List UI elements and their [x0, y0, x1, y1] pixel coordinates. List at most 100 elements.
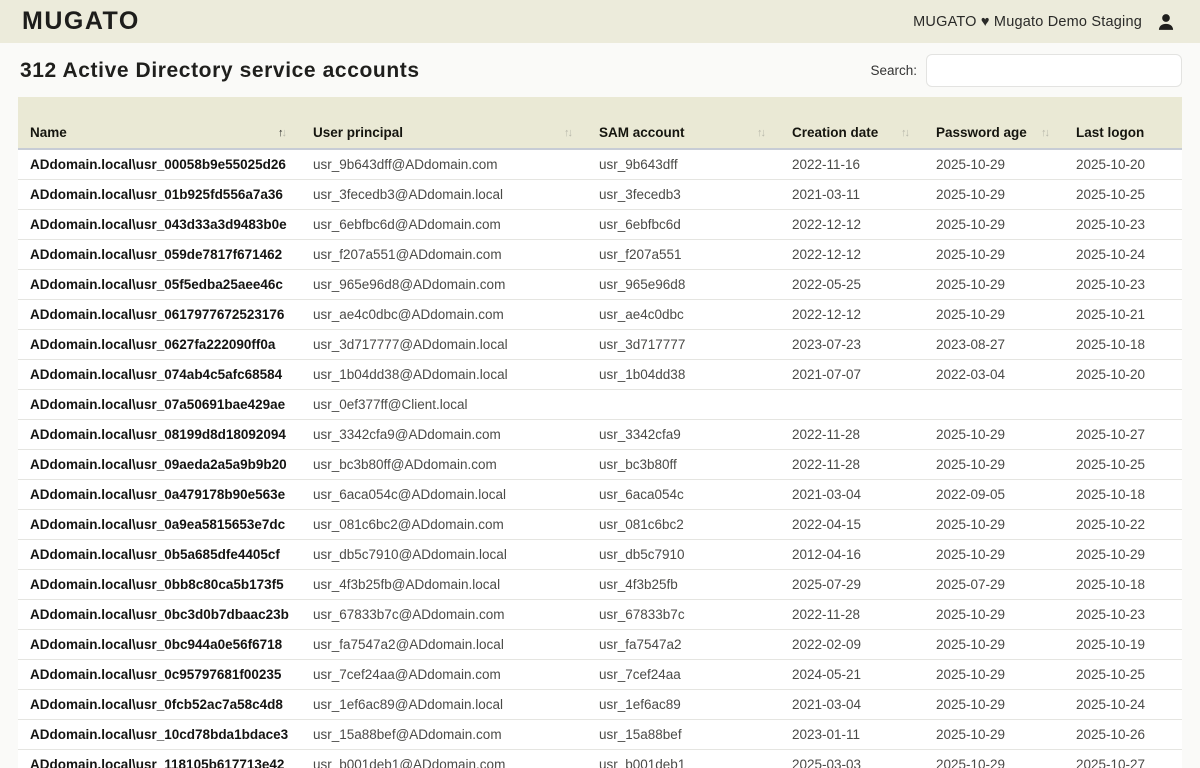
cell: usr_67833b7c — [587, 599, 780, 629]
cell: usr_7cef24aa — [587, 659, 780, 689]
table-row: ADdomain.local\usr_10cd78bda1bdace3 usr_1… — [18, 719, 1182, 749]
cell: 2025-10-23 — [1064, 269, 1182, 299]
cell-name: ADdomain.local\usr_0617977672523176 — [18, 299, 301, 329]
cell: 2025-10-29 — [924, 149, 1064, 179]
table-row: ADdomain.local\usr_08199d8d18092094usr_3… — [18, 419, 1182, 449]
table-body: ADdomain.local\usr_00058b9e55025d26usr_9… — [18, 149, 1182, 768]
cell: 2025-10-20 — [1064, 149, 1182, 179]
table-row: ADdomain.local\usr_043d33a3d9483b0e usr_6… — [18, 209, 1182, 239]
cell: 2025-10-26 — [1064, 719, 1182, 749]
cell: 2025-10-29 — [924, 509, 1064, 539]
sort-arrows-icon[interactable]: ↑↓ — [757, 127, 764, 139]
cell: 2022-04-15 — [780, 509, 924, 539]
cell: 2025-10-29 — [924, 539, 1064, 569]
cell: 2025-10-29 — [924, 179, 1064, 209]
cell-name: ADdomain.local\usr_05f5edba25aee46c — [18, 269, 301, 299]
cell: 2025-10-18 — [1064, 569, 1182, 599]
table-row: ADdomain.local\usr_074ab4c5afc68584usr_1… — [18, 359, 1182, 389]
cell-name: ADdomain.local\usr_0a479178b90e563e — [18, 479, 301, 509]
column-header-sam-account[interactable]: SAM account ↑↓ — [587, 97, 780, 149]
cell-name: ADdomain.local\usr_0fcb52ac7a58c4d8 — [18, 689, 301, 719]
cell: 2025-10-29 — [924, 689, 1064, 719]
sort-arrows-icon[interactable]: ↑↓ — [564, 127, 571, 139]
table-row: ADdomain.local\usr_01b925fd556a7a36usr_3… — [18, 179, 1182, 209]
cell: usr_6aca054c@ADdomain.local — [301, 479, 587, 509]
cell: 2025-10-29 — [924, 239, 1064, 269]
sort-arrows-icon[interactable]: ↑↓ — [901, 127, 908, 139]
column-label: SAM account — [599, 125, 685, 140]
cell-name: ADdomain.local\usr_043d33a3d9483b0e — [18, 209, 301, 239]
cell-name: ADdomain.local\usr_059de7817f671462 — [18, 239, 301, 269]
cell: 2022-03-04 — [924, 359, 1064, 389]
cell: 2025-10-19 — [1064, 629, 1182, 659]
cell-name: ADdomain.local\usr_10cd78bda1bdace3 — [18, 719, 301, 749]
cell: usr_bc3b80ff — [587, 449, 780, 479]
top-bar: MUGATO MUGATO ♥ Mugato Demo Staging — [0, 0, 1200, 43]
cell: 2025-10-29 — [924, 299, 1064, 329]
column-header-last-logon[interactable]: Last logon — [1064, 97, 1182, 149]
cell: usr_6ebfbc6d — [587, 209, 780, 239]
column-header-creation-date[interactable]: Creation date↑↓ — [780, 97, 924, 149]
cell: 2023-01-11 — [780, 719, 924, 749]
cell: 2025-10-21 — [1064, 299, 1182, 329]
search-input[interactable] — [926, 54, 1182, 87]
cell: usr_965e96d8 — [587, 269, 780, 299]
cell: usr_db5c7910 — [587, 539, 780, 569]
cell: usr_fa7547a2@ADdomain.local — [301, 629, 587, 659]
cell: usr_1b04dd38@ADdomain.local — [301, 359, 587, 389]
table-row: ADdomain.local\usr_0b5a685dfe4405cf usr_d… — [18, 539, 1182, 569]
cell: 2025-10-18 — [1064, 329, 1182, 359]
cell: 2021-03-11 — [780, 179, 924, 209]
cell: 2025-10-29 — [924, 449, 1064, 479]
table-row: ADdomain.local\usr_0a479178b90e563eusr_6… — [18, 479, 1182, 509]
cell-name: ADdomain.local\usr_118105b617713e42 — [18, 749, 301, 768]
sort-arrows-icon[interactable]: ↑↓ — [278, 127, 285, 139]
cell-name: ADdomain.local\usr_0bc3d0b7dbaac23b — [18, 599, 301, 629]
column-header-password-age[interactable]: Password age↑↓ — [924, 97, 1064, 149]
table-header-row: Name↑↓User principal↑↓SAM account↑↓Creat… — [18, 97, 1182, 149]
cell — [1064, 389, 1182, 419]
cell: usr_9b643dff — [587, 149, 780, 179]
cell: 2025-10-20 — [1064, 359, 1182, 389]
page-title: 312 Active Directory service accounts — [20, 59, 420, 83]
cell: 2022-05-25 — [780, 269, 924, 299]
cell: 2023-07-23 — [780, 329, 924, 359]
cell: usr_fa7547a2 — [587, 629, 780, 659]
cell: usr_1ef6ac89@ADdomain.local — [301, 689, 587, 719]
cell-name: ADdomain.local\usr_0b5a685dfe4405cf — [18, 539, 301, 569]
table-row: ADdomain.local\usr_05f5edba25aee46c usr_9… — [18, 269, 1182, 299]
cell: 2022-11-28 — [780, 449, 924, 479]
cell-name: ADdomain.local\usr_0bc944a0e56f6718 — [18, 629, 301, 659]
cell: 2025-10-18 — [1064, 479, 1182, 509]
cell: 2022-11-28 — [780, 599, 924, 629]
sort-arrows-icon[interactable]: ↑↓ — [1041, 127, 1048, 139]
table-row: ADdomain.local\usr_0617977672523176 usr_a… — [18, 299, 1182, 329]
table-header: Name↑↓User principal↑↓SAM account↑↓Creat… — [18, 97, 1182, 149]
cell: 2025-10-25 — [1064, 179, 1182, 209]
brand-logo[interactable]: MUGATO — [22, 7, 140, 36]
cell: usr_b001deb1 — [587, 749, 780, 768]
cell: 2025-10-29 — [924, 269, 1064, 299]
cell-name: ADdomain.local\usr_0627fa222090ff0a — [18, 329, 301, 359]
cell: 2025-10-23 — [1064, 209, 1182, 239]
column-label: Last logon — [1076, 125, 1144, 140]
column-header-name[interactable]: Name↑↓ — [18, 97, 301, 149]
cell: 2025-10-27 — [1064, 419, 1182, 449]
cell-name: ADdomain.local\usr_0a9ea5815653e7dc — [18, 509, 301, 539]
cell: usr_3fecedb3@ADdomain.local — [301, 179, 587, 209]
user-account-icon[interactable] — [1156, 12, 1176, 32]
cell: usr_67833b7c@ADdomain.com — [301, 599, 587, 629]
cell: 2025-10-25 — [1064, 449, 1182, 479]
cell: usr_081c6bc2 — [587, 509, 780, 539]
cell: usr_f207a551@ADdomain.com — [301, 239, 587, 269]
cell: 2025-10-29 — [924, 719, 1064, 749]
title-row: 312 Active Directory service accounts Se… — [0, 43, 1200, 97]
cell: 2025-10-25 — [1064, 659, 1182, 689]
cell: 2024-05-21 — [780, 659, 924, 689]
cell: usr_15a88bef — [587, 719, 780, 749]
cell: usr_ae4c0dbc — [587, 299, 780, 329]
cell: usr_7cef24aa@ADdomain.com — [301, 659, 587, 689]
cell: usr_1b04dd38 — [587, 359, 780, 389]
column-header-user-principal[interactable]: User principal↑↓ — [301, 97, 587, 149]
cell: 2021-03-04 — [780, 479, 924, 509]
